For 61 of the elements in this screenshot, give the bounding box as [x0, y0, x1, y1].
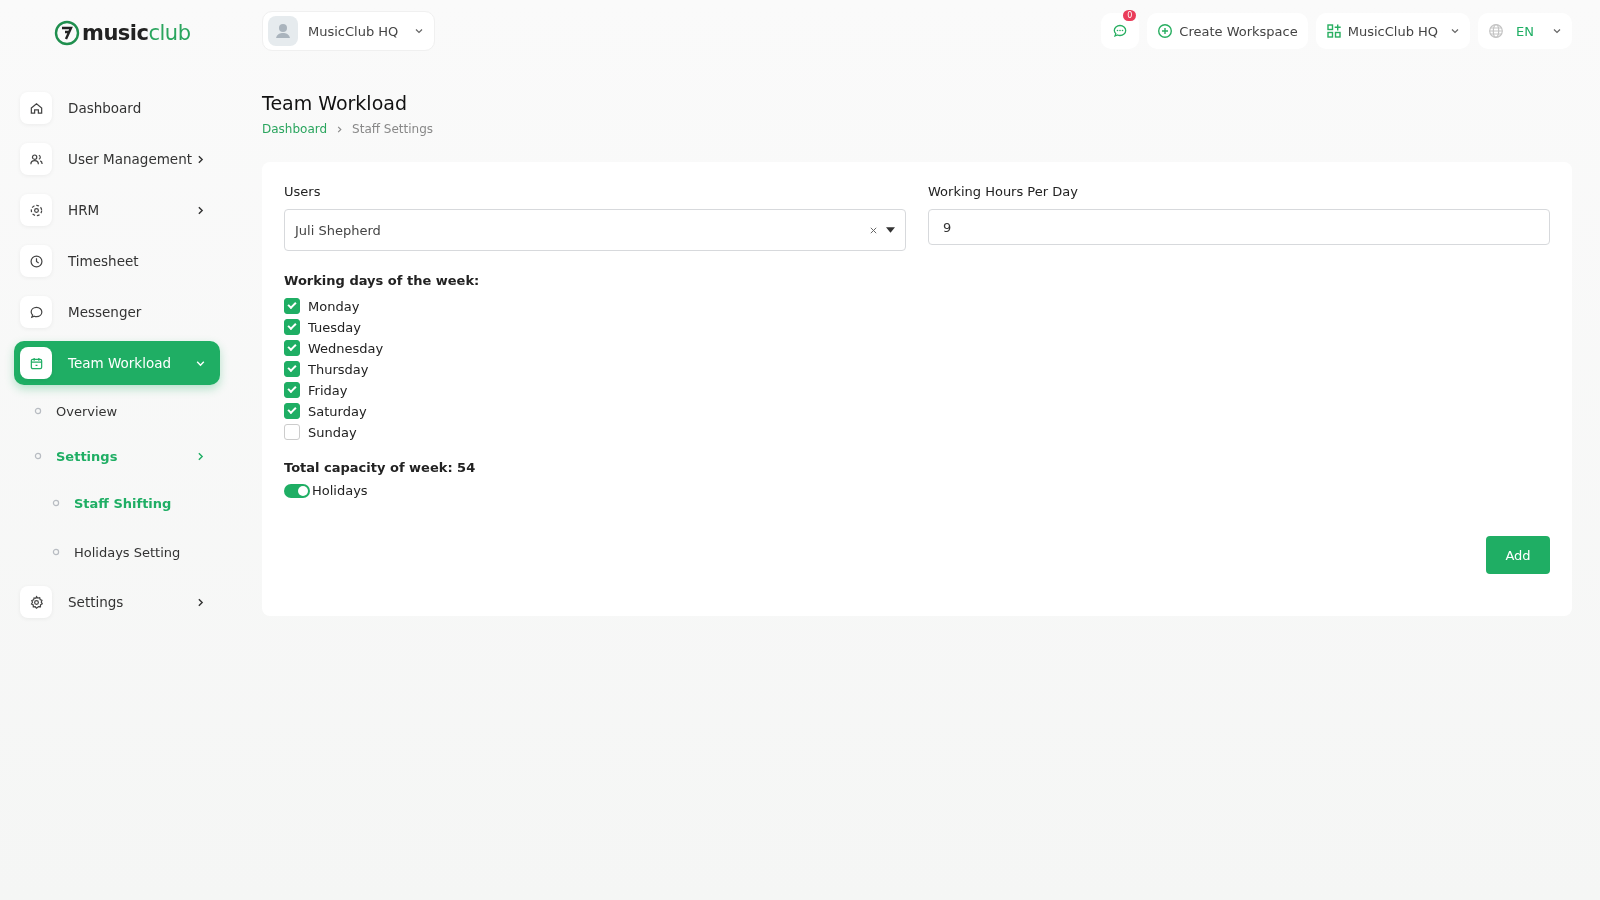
users-icon [28, 151, 44, 167]
checkbox[interactable] [284, 403, 300, 419]
bullet-icon [34, 452, 42, 460]
avatar-icon [268, 16, 298, 46]
settings-icon [28, 594, 44, 610]
workspace-switcher[interactable]: MusicClub HQ [262, 11, 436, 51]
hours-input[interactable]: 9 [928, 209, 1550, 245]
checkbox[interactable] [284, 319, 300, 335]
checkbox[interactable] [284, 424, 300, 440]
messages-button[interactable]: 0 [1101, 13, 1140, 49]
checkbox-label: Friday [308, 382, 348, 398]
checkbox-label: Saturday [308, 403, 367, 419]
sidebar-item[interactable]: Messenger [14, 290, 220, 334]
plus-circle-icon [1157, 23, 1174, 39]
bullet-icon [52, 548, 60, 556]
chevron-down-icon [1552, 26, 1562, 36]
submenu-item[interactable]: Holidays Setting [14, 531, 220, 573]
sidebar-item[interactable]: Dashboard [14, 86, 220, 130]
calendar-icon [28, 355, 44, 371]
chevron-right-icon [335, 124, 345, 134]
toggle-label: Holidays [312, 483, 368, 498]
checkbox-label: Sunday [308, 424, 357, 440]
page-title: Team Workload [262, 92, 408, 114]
chevron-down-icon [414, 26, 425, 36]
clear-icon[interactable] [869, 225, 878, 235]
sidebar-item[interactable]: User Management [14, 137, 220, 181]
chat-icon [28, 304, 44, 320]
checkbox-label: Tuesday [308, 319, 361, 335]
checkbox-label: Monday [308, 298, 360, 314]
create-workspace-button[interactable]: Create Workspace [1147, 13, 1308, 49]
sidebar-item[interactable]: HRM [14, 188, 220, 232]
home-icon [28, 100, 44, 116]
holidays-toggle[interactable] [284, 483, 310, 498]
hrm-icon [28, 202, 44, 218]
checkbox-label: Wednesday [308, 340, 384, 356]
checkbox[interactable] [284, 382, 300, 398]
days-heading: Working days of the week: [284, 273, 481, 288]
submenu-item[interactable]: Overview [14, 392, 220, 430]
field-label: Users [284, 184, 321, 199]
breadcrumb-current: Staff Settings [352, 122, 434, 136]
checkbox[interactable] [284, 298, 300, 314]
checkbox-label: Thursday [308, 361, 369, 377]
chevron-down-icon [1450, 26, 1461, 36]
sidebar-item[interactable]: Settings [14, 580, 220, 624]
users-select[interactable]: Juli Shepherd [284, 209, 906, 251]
capacity-text: Total capacity of week: 54 [284, 460, 477, 475]
workspace-dropdown[interactable]: MusicClub HQ [1315, 13, 1471, 49]
notification-badge: 0 [1123, 10, 1137, 21]
dropdown-caret-icon [886, 227, 895, 233]
logo-icon [54, 20, 80, 46]
apps-icon [1325, 23, 1342, 39]
field-label: Working Hours Per Day [928, 184, 1078, 199]
bullet-icon [34, 407, 42, 415]
logo-text: musicclub [82, 21, 191, 45]
clock-icon [28, 253, 44, 269]
sidebar-item[interactable]: Timesheet [14, 239, 220, 283]
checkbox[interactable] [284, 340, 300, 356]
bullet-icon [52, 499, 60, 507]
globe-icon [1488, 23, 1505, 39]
chat-icon [1112, 23, 1129, 39]
checkbox[interactable] [284, 361, 300, 377]
